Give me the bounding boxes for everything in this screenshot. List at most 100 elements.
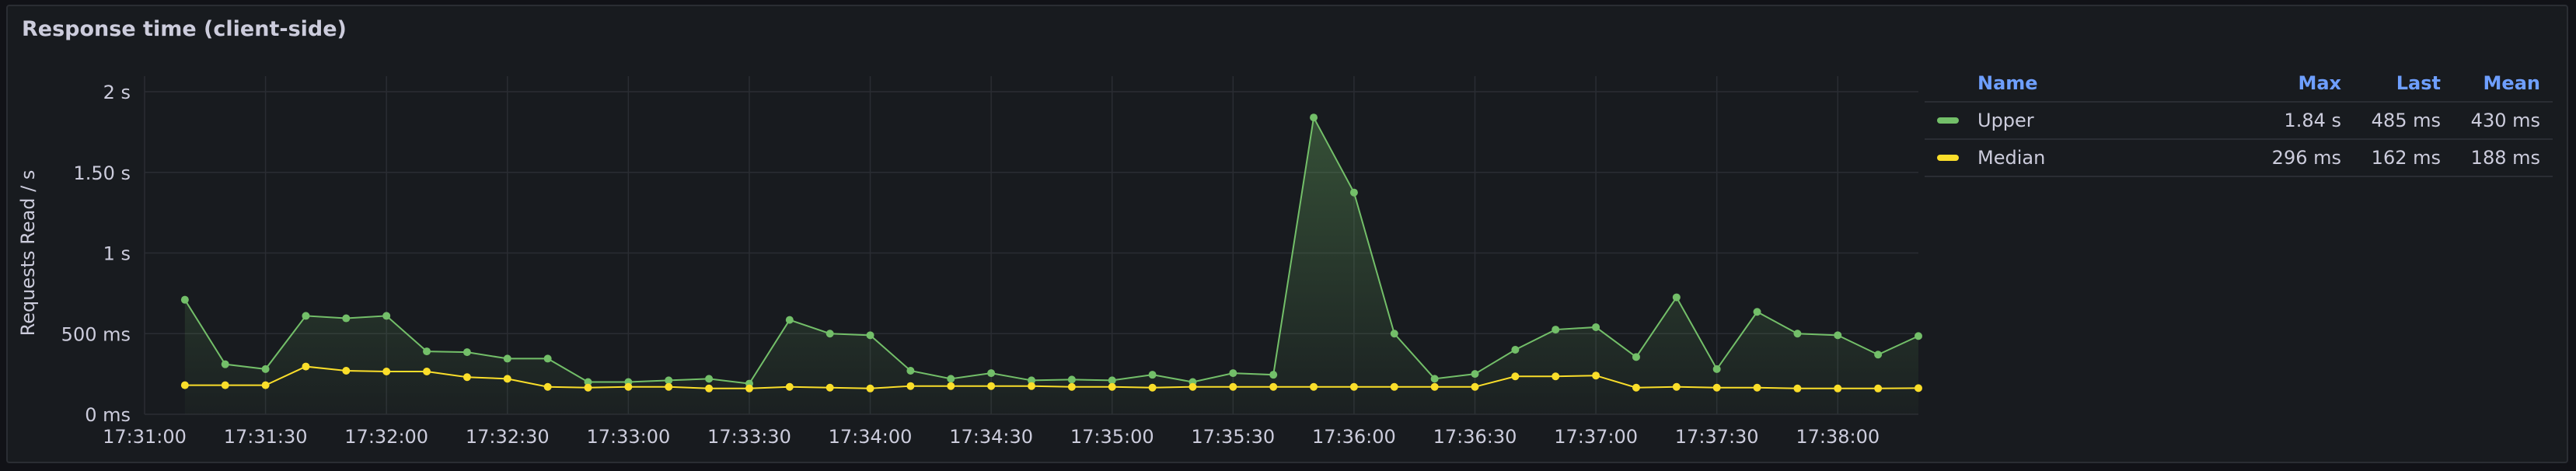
data-point-upper[interactable] bbox=[1349, 188, 1358, 197]
data-point-median[interactable] bbox=[1430, 382, 1439, 391]
data-point-upper[interactable] bbox=[1390, 330, 1398, 338]
data-point-median[interactable] bbox=[1148, 383, 1157, 392]
data-point-median[interactable] bbox=[987, 382, 996, 390]
data-point-upper[interactable] bbox=[1834, 331, 1842, 340]
data-point-upper[interactable] bbox=[947, 375, 955, 383]
data-point-median[interactable] bbox=[1672, 382, 1681, 391]
data-point-upper[interactable] bbox=[1793, 330, 1802, 338]
data-point-median[interactable] bbox=[1874, 384, 1883, 392]
data-point-upper[interactable] bbox=[866, 331, 874, 340]
data-point-median[interactable] bbox=[1269, 382, 1278, 391]
x-tick-label: 17:37:00 bbox=[1554, 426, 1638, 448]
data-point-median[interactable] bbox=[302, 362, 310, 371]
data-point-median[interactable] bbox=[1592, 372, 1600, 380]
data-point-median[interactable] bbox=[1834, 384, 1842, 392]
data-point-upper[interactable] bbox=[180, 295, 189, 304]
data-point-upper[interactable] bbox=[1229, 369, 1237, 378]
data-point-median[interactable] bbox=[221, 381, 229, 389]
data-point-median[interactable] bbox=[1471, 382, 1479, 391]
legend-header-last[interactable]: Last bbox=[2354, 72, 2453, 94]
data-point-median[interactable] bbox=[1753, 383, 1761, 392]
data-point-median[interactable] bbox=[1310, 382, 1318, 391]
x-tick-label: 17:31:30 bbox=[224, 426, 308, 448]
legend-header-name[interactable]: Name bbox=[1925, 72, 2245, 94]
data-point-upper[interactable] bbox=[1592, 323, 1600, 331]
data-point-upper[interactable] bbox=[1471, 370, 1479, 379]
data-point-upper[interactable] bbox=[1753, 308, 1761, 316]
data-point-median[interactable] bbox=[261, 381, 270, 389]
data-point-median[interactable] bbox=[866, 384, 874, 392]
data-point-upper[interactable] bbox=[1067, 375, 1076, 384]
data-point-upper[interactable] bbox=[382, 312, 391, 320]
data-point-median[interactable] bbox=[1793, 384, 1802, 392]
data-point-median[interactable] bbox=[947, 382, 955, 390]
data-point-upper[interactable] bbox=[342, 314, 351, 323]
legend-header-mean[interactable]: Mean bbox=[2453, 72, 2553, 94]
data-point-upper[interactable] bbox=[423, 347, 431, 356]
data-point-median[interactable] bbox=[826, 383, 834, 392]
data-point-median[interactable] bbox=[423, 368, 431, 376]
data-point-upper[interactable] bbox=[705, 375, 714, 383]
x-tick-label: 17:35:00 bbox=[1070, 426, 1154, 448]
data-point-median[interactable] bbox=[1108, 382, 1116, 391]
data-point-median[interactable] bbox=[1390, 382, 1398, 391]
data-point-median[interactable] bbox=[342, 366, 351, 375]
data-point-median[interactable] bbox=[1552, 372, 1560, 381]
legend-row-median[interactable]: Median 296 ms 162 ms 188 ms bbox=[1925, 140, 2553, 177]
data-point-upper[interactable] bbox=[906, 366, 915, 375]
data-point-median[interactable] bbox=[745, 384, 753, 392]
data-point-upper[interactable] bbox=[826, 330, 834, 338]
data-point-median[interactable] bbox=[1229, 382, 1237, 391]
data-point-median[interactable] bbox=[785, 382, 794, 391]
data-point-upper[interactable] bbox=[1915, 332, 1922, 340]
data-point-upper[interactable] bbox=[987, 369, 996, 378]
data-point-median[interactable] bbox=[503, 375, 511, 383]
data-point-upper[interactable] bbox=[1148, 371, 1157, 379]
data-point-median[interactable] bbox=[382, 368, 391, 376]
x-tick-label: 17:33:00 bbox=[586, 426, 670, 448]
legend-max-upper: 1.84 s bbox=[2284, 110, 2341, 131]
data-point-median[interactable] bbox=[1632, 383, 1640, 392]
data-point-upper[interactable] bbox=[302, 312, 310, 320]
data-point-upper[interactable] bbox=[1269, 371, 1278, 379]
data-point-median[interactable] bbox=[1189, 382, 1197, 391]
data-point-median[interactable] bbox=[705, 384, 714, 392]
data-point-median[interactable] bbox=[665, 382, 673, 391]
data-point-upper[interactable] bbox=[1632, 353, 1640, 361]
data-point-upper[interactable] bbox=[1430, 375, 1439, 383]
x-tick-label: 17:31:00 bbox=[103, 426, 187, 448]
data-point-median[interactable] bbox=[543, 382, 552, 391]
y-tick-label: 1 s bbox=[103, 243, 131, 265]
data-point-upper[interactable] bbox=[1511, 346, 1520, 354]
legend-mean-median: 188 ms bbox=[2470, 147, 2540, 169]
data-point-median[interactable] bbox=[462, 373, 471, 382]
data-point-upper[interactable] bbox=[221, 360, 229, 368]
legend-mean-upper: 430 ms bbox=[2470, 110, 2540, 131]
legend-row-upper[interactable]: Upper 1.84 s 485 ms 430 ms bbox=[1925, 103, 2553, 140]
data-point-upper[interactable] bbox=[503, 354, 511, 363]
legend-max-median: 296 ms bbox=[2271, 147, 2341, 169]
data-point-median[interactable] bbox=[1915, 384, 1922, 392]
data-point-upper[interactable] bbox=[261, 365, 270, 373]
data-point-median[interactable] bbox=[1712, 383, 1721, 392]
legend-name-upper[interactable]: Upper bbox=[1977, 110, 2034, 131]
data-point-median[interactable] bbox=[1067, 382, 1076, 391]
data-point-median[interactable] bbox=[180, 381, 189, 389]
data-point-upper[interactable] bbox=[462, 348, 471, 357]
data-point-upper[interactable] bbox=[785, 316, 794, 324]
data-point-upper[interactable] bbox=[1874, 351, 1883, 359]
data-point-upper[interactable] bbox=[1712, 365, 1721, 373]
legend-table: Name Max Last Mean Upper 1.84 s 485 ms 4… bbox=[1925, 65, 2553, 177]
data-point-upper[interactable] bbox=[543, 354, 552, 363]
legend-name-median[interactable]: Median bbox=[1977, 147, 2045, 169]
data-point-median[interactable] bbox=[1349, 382, 1358, 391]
legend-header-max[interactable]: Max bbox=[2245, 72, 2354, 94]
data-point-median[interactable] bbox=[1028, 382, 1035, 390]
data-point-upper[interactable] bbox=[1552, 326, 1560, 334]
data-point-median[interactable] bbox=[584, 383, 592, 392]
data-point-median[interactable] bbox=[1511, 372, 1520, 381]
data-point-median[interactable] bbox=[624, 382, 633, 391]
data-point-median[interactable] bbox=[906, 382, 915, 390]
data-point-upper[interactable] bbox=[1310, 113, 1318, 122]
data-point-upper[interactable] bbox=[1672, 293, 1681, 302]
